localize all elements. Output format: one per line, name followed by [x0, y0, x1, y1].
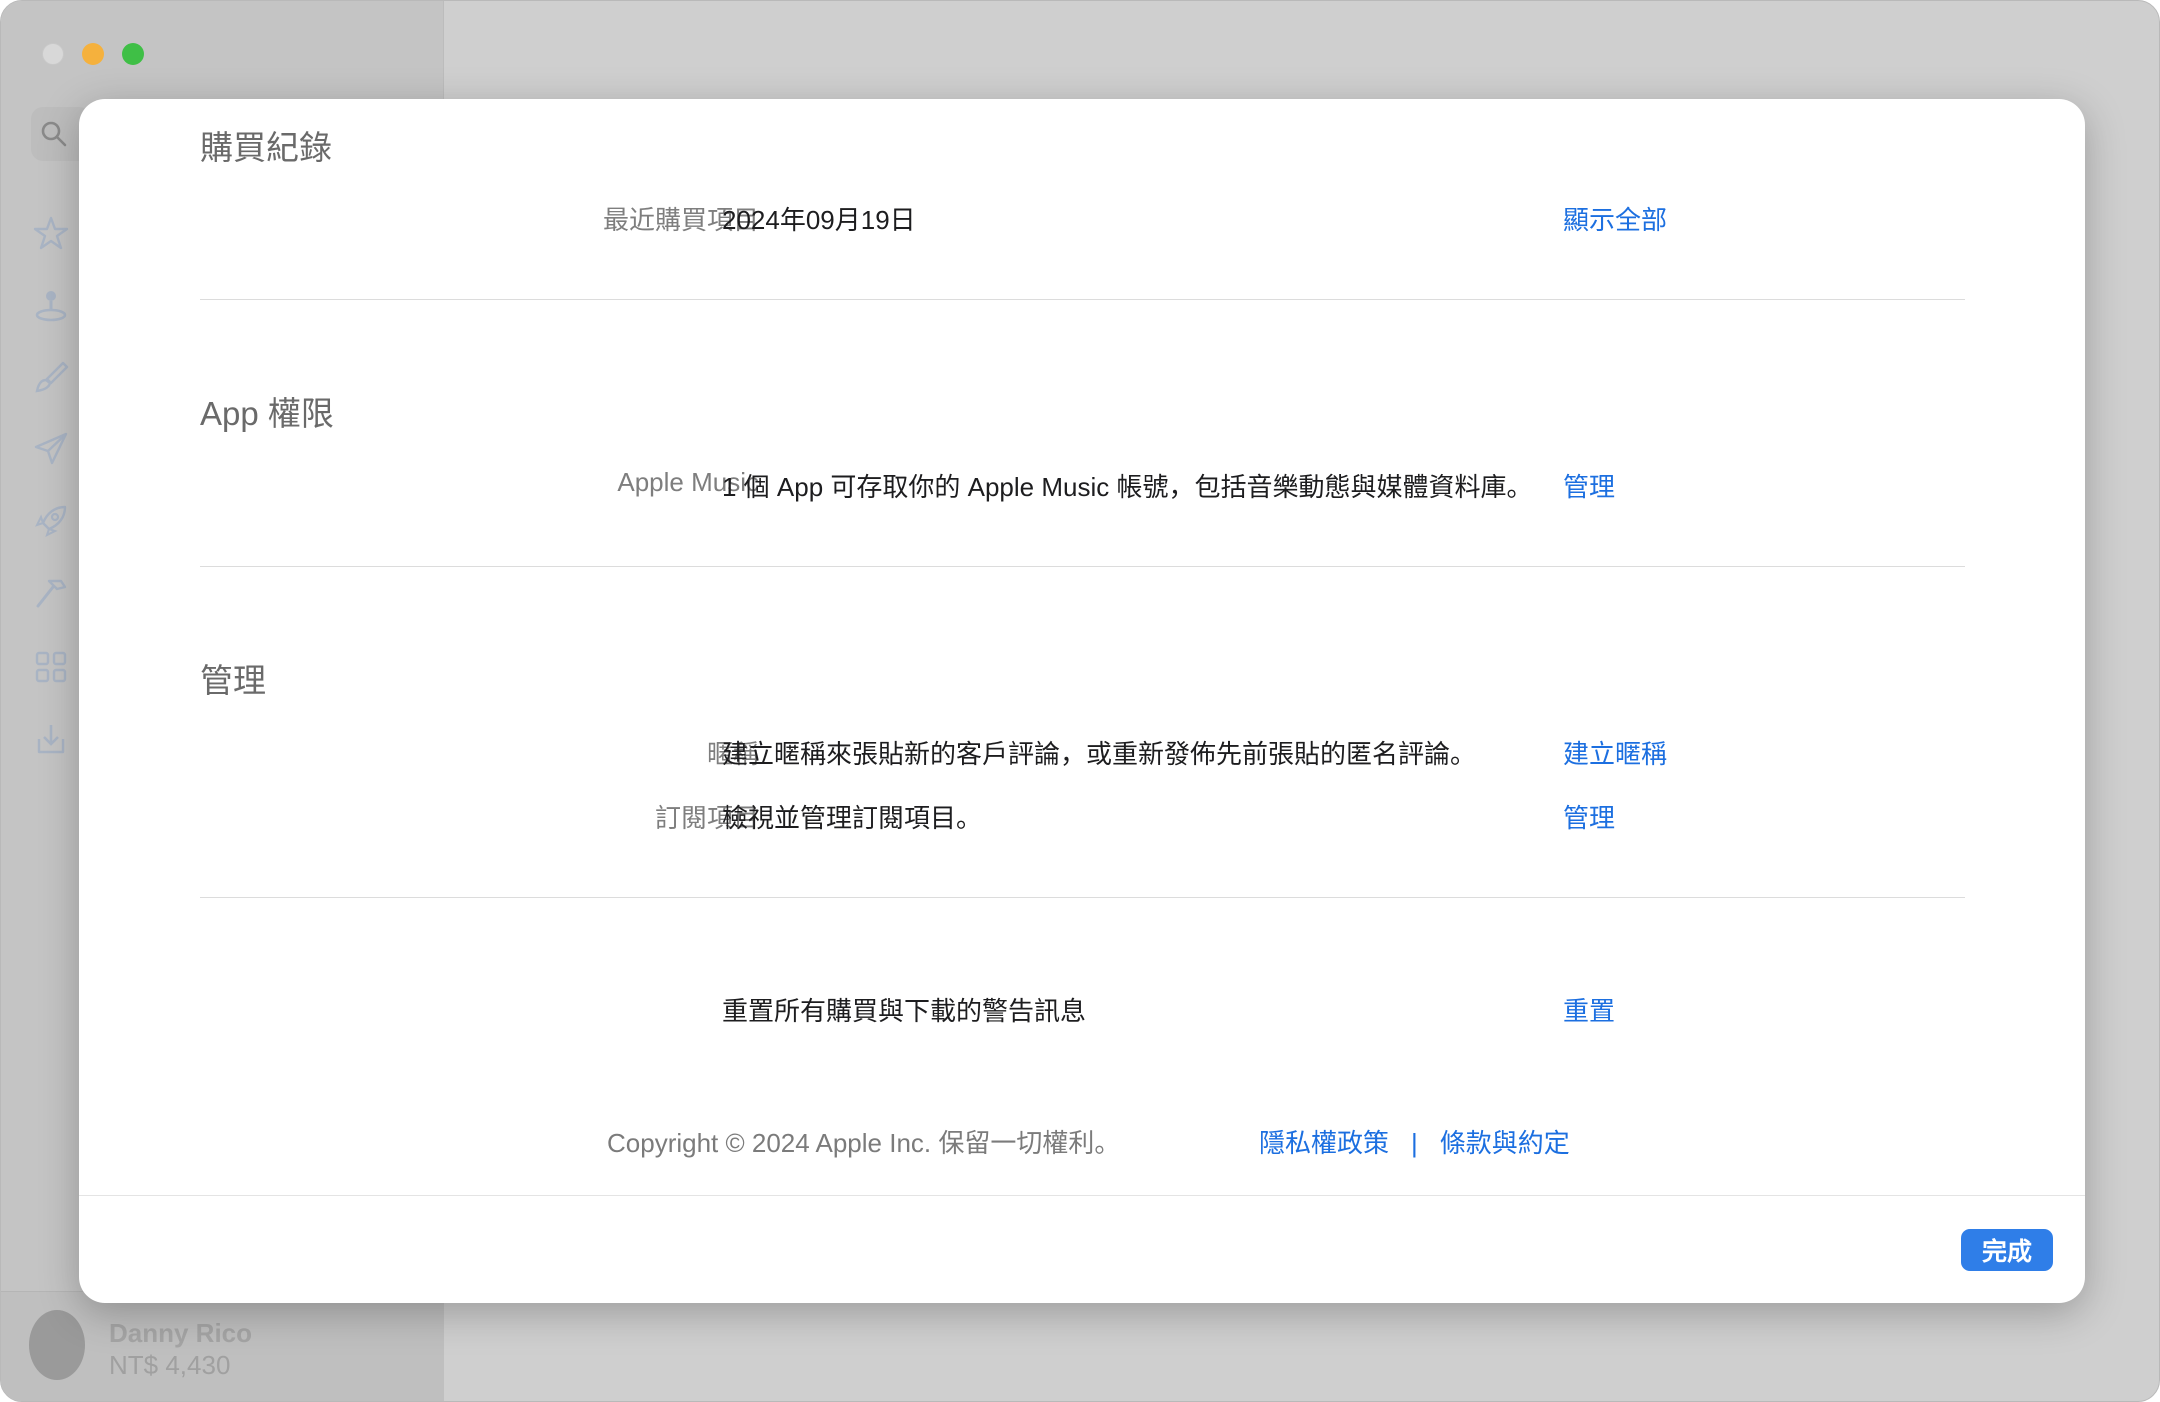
manage-apple-music-link[interactable]: 管理	[1563, 467, 1615, 504]
create-nickname-link[interactable]: 建立暱稱	[1563, 734, 1667, 771]
grid-icon[interactable]	[33, 649, 69, 685]
joystick-icon[interactable]	[33, 287, 69, 323]
manage-title: 管理	[200, 662, 266, 699]
account-panel[interactable]: Danny Rico NT$ 4,430	[1, 1291, 444, 1401]
account-settings-sheet: 購買紀錄 最近購買項目 2024年09月19日 顯示全部 App 權限 Appl…	[79, 99, 2085, 1303]
send-icon[interactable]	[33, 431, 69, 467]
account-name: Danny Rico	[109, 1318, 253, 1348]
subscriptions-description: 檢視並管理訂閱項目。	[722, 803, 983, 833]
done-button[interactable]: 完成	[1961, 1229, 2053, 1271]
download-icon[interactable]	[33, 721, 69, 757]
app-window: Danny Rico NT$ 4,430 購買紀錄 最近購買項目 2024年09…	[0, 0, 2160, 1402]
rocket-icon[interactable]	[33, 503, 69, 539]
sheet-bottom-bar: 完成	[79, 1195, 2085, 1303]
maximize-window-button[interactable]	[122, 43, 144, 65]
divider	[200, 566, 1965, 567]
star-icon[interactable]	[33, 215, 69, 251]
account-balance: NT$ 4,430	[109, 1350, 231, 1380]
reset-link[interactable]: 重置	[1563, 991, 1615, 1028]
copyright-text: Copyright © 2024 Apple Inc. 保留一切權利。	[607, 1128, 1121, 1158]
terms-link[interactable]: 條款與約定	[1440, 1128, 1570, 1158]
show-all-link[interactable]: 顯示全部	[1563, 200, 1667, 237]
recent-purchase-date: 2024年09月19日	[722, 205, 916, 235]
divider	[200, 897, 1965, 898]
footer-links: 隱私權政策 | 條款與約定	[1259, 1123, 1570, 1160]
minimize-window-button[interactable]	[82, 43, 104, 65]
brush-icon[interactable]	[33, 359, 69, 395]
app-permissions-title: App 權限	[200, 395, 334, 432]
search-icon	[41, 121, 67, 147]
divider	[200, 299, 1965, 300]
privacy-policy-link[interactable]: 隱私權政策	[1259, 1128, 1389, 1158]
apple-music-description: 1 個 App 可存取你的 Apple Music 帳號，包括音樂動態與媒體資料…	[722, 472, 1533, 502]
purchase-history-title: 購買紀錄	[200, 129, 332, 166]
hammer-icon[interactable]	[33, 575, 69, 611]
manage-subscriptions-link[interactable]: 管理	[1563, 798, 1615, 835]
close-window-button[interactable]	[42, 43, 64, 65]
avatar	[29, 1310, 85, 1380]
footer-separator: |	[1411, 1128, 1418, 1158]
reset-warnings-description: 重置所有購買與下載的警告訊息	[722, 996, 1087, 1026]
nickname-description: 建立暱稱來張貼新的客戶評論，或重新發佈先前張貼的匿名評論。	[722, 739, 1477, 769]
